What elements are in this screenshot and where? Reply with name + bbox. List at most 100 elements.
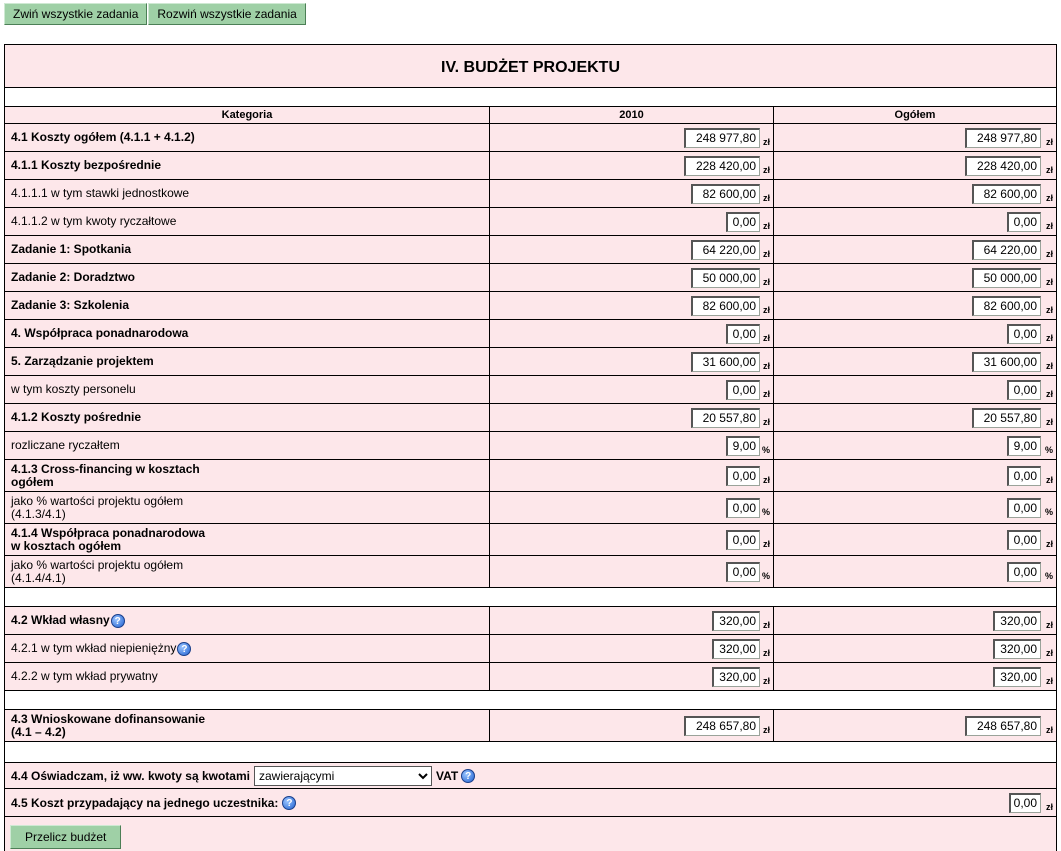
vat-select[interactable]: zawierającymi (253, 765, 432, 786)
row-label: jako % wartości projektu ogółem (4.1.3/4… (11, 493, 184, 521)
row-label: Zadanie 2: Doradztwo (11, 270, 136, 284)
table-row: 4.1.4 Współpraca ponadnarodowa w kosztac… (5, 524, 1056, 556)
value-total-cell: 228 420,00 zł (774, 152, 1056, 179)
value-total-field[interactable]: 0,00 (1007, 529, 1041, 550)
value-2010-field[interactable]: 0,00 (726, 529, 760, 550)
table-row: Zadanie 1: Spotkania 64 220,00 zł 64 220,00… (5, 236, 1056, 264)
row-label: 4. Współpraca ponadnarodowa (11, 326, 189, 340)
expand-all-button[interactable]: Rozwiń wszystkie zadania (148, 3, 306, 25)
value-total-field[interactable]: 0,00 (1007, 211, 1041, 232)
value-total-cell: 248 977,80 zł (774, 124, 1056, 151)
value-total-cell: 0,00 zł (774, 460, 1056, 491)
value-total-cell: 0,00% (774, 556, 1056, 587)
value-total-field[interactable]: 0,00 (1007, 323, 1041, 344)
unit-label: zł (1045, 332, 1053, 343)
toolbar: Zwiń wszystkie zadania Rozwiń wszystkie … (4, 3, 306, 25)
value-2010-field[interactable]: 0,00 (726, 561, 760, 582)
table-row: Zadanie 3: Szkolenia 82 600,00 zł 82 600,00… (5, 292, 1056, 320)
value-total-cell: 82 600,00 zł (774, 292, 1056, 319)
value-total-field[interactable]: 248 977,80 (965, 127, 1041, 148)
spacer (5, 88, 1056, 107)
value-total-field[interactable]: 20 557,80 (972, 407, 1041, 428)
value-total-field[interactable]: 0,00 (1007, 561, 1041, 582)
table-row: 4.1.1 Koszty bezpośrednie 228 420,00 zł 228… (5, 152, 1056, 180)
row-label-cell: w tym koszty personelu (5, 376, 490, 403)
row-label: Zadanie 1: Spotkania (11, 242, 132, 256)
value-2010-cell: 248 977,80 zł (490, 124, 774, 151)
help-icon[interactable]: ? (461, 768, 476, 783)
value-total-field[interactable]: 64 220,00 (972, 239, 1041, 260)
value-2010-field[interactable]: 31 600,00 (691, 351, 760, 372)
row-label-cell: 4.1.2 Koszty pośrednie (5, 404, 490, 431)
value-2010-field[interactable]: 20 557,80 (691, 407, 760, 428)
value-2010-cell: 0,00 zł (490, 460, 774, 491)
value-total-field[interactable]: 0,00 (1007, 465, 1041, 486)
value-2010-cell: 82 600,00 zł (490, 180, 774, 207)
value-total-field[interactable]: 9,00 (1007, 435, 1041, 456)
row-label-cell: Zadanie 3: Szkolenia (5, 292, 490, 319)
value-total-cell: 0,00% (774, 492, 1056, 523)
value-2010-field[interactable]: 320,00 (712, 638, 760, 659)
value-2010-field[interactable]: 82 600,00 (691, 295, 760, 316)
value-2010-field[interactable]: 0,00 (726, 497, 760, 518)
value-2010-field[interactable]: 0,00 (726, 211, 760, 232)
row-label: 4.1.1.2 w tym kwoty ryczałtowe (11, 214, 177, 228)
unit-label: zł (1045, 276, 1053, 287)
unit-label: zł (1045, 724, 1053, 735)
value-2010-field[interactable]: 0,00 (726, 379, 760, 400)
vat-suffix: VAT (435, 768, 459, 783)
row-label: 4.1.3 Cross-financing w kosztach ogółem (11, 461, 200, 489)
value-2010-field[interactable]: 9,00 (726, 435, 760, 456)
unit-label: zł (1045, 360, 1053, 371)
spacer (5, 588, 1056, 607)
help-icon[interactable]: ? (282, 795, 297, 810)
help-icon[interactable]: ? (177, 641, 192, 656)
value-total-field[interactable]: 50 000,00 (972, 267, 1041, 288)
value-total-field[interactable]: 320,00 (993, 666, 1041, 687)
value-total-field[interactable]: 0,00 (1007, 379, 1041, 400)
unit-label: zł (762, 675, 770, 686)
unit-label: zł (762, 276, 770, 287)
row-label-cell: 4.2.1 w tym wkład niepieniężny? (5, 635, 490, 662)
value-2010-field[interactable]: 248 657,80 (684, 715, 760, 736)
value-2010-cell: 0,00 zł (490, 524, 774, 555)
row-label-cell: 4.1.1 Koszty bezpośrednie (5, 152, 490, 179)
value-total-field[interactable]: 0,00 (1007, 497, 1041, 518)
row-label: rozliczane ryczałtem (11, 438, 120, 452)
value-2010-field[interactable]: 320,00 (712, 610, 760, 631)
value-2010-field[interactable]: 228 420,00 (684, 155, 760, 176)
value-total-field[interactable]: 228 420,00 (965, 155, 1041, 176)
row-label: 4.1.1 Koszty bezpośrednie (11, 158, 162, 172)
value-total-field[interactable]: 320,00 (993, 638, 1041, 659)
table-row: 4.2.2 w tym wkład prywatny 320,00 zł 320,00… (5, 663, 1056, 691)
value-total-field[interactable]: 31 600,00 (972, 351, 1041, 372)
per-participant-value[interactable]: 0,00 (1009, 792, 1041, 813)
unit-label: % (1044, 570, 1053, 581)
value-2010-field[interactable]: 64 220,00 (691, 239, 760, 260)
value-total-cell: 320,00 zł (774, 635, 1056, 662)
value-2010-field[interactable]: 0,00 (726, 465, 760, 486)
unit-label: zł (1045, 388, 1053, 399)
value-2010-cell: 320,00 zł (490, 635, 774, 662)
value-total-field[interactable]: 320,00 (993, 610, 1041, 631)
value-total-cell: 0,00 zł (774, 208, 1056, 235)
recalculate-budget-button[interactable]: Przelicz budżet (10, 825, 122, 849)
value-2010-cell: 0,00% (490, 492, 774, 523)
value-total-field[interactable]: 82 600,00 (972, 295, 1041, 316)
row-label-cell: Zadanie 1: Spotkania (5, 236, 490, 263)
budget-panel: IV. BUDŻET PROJEKTU Kategoria 2010 Ogółe… (4, 44, 1057, 851)
value-2010-cell: 320,00 zł (490, 607, 774, 634)
help-icon[interactable]: ? (110, 613, 125, 628)
value-2010-field[interactable]: 248 977,80 (684, 127, 760, 148)
value-2010-field[interactable]: 82 600,00 (691, 183, 760, 204)
value-total-field[interactable]: 82 600,00 (972, 183, 1041, 204)
row-label-cell: 4.1.3 Cross-financing w kosztach ogółem (5, 460, 490, 491)
value-2010-cell: 320,00 zł (490, 663, 774, 690)
value-total-cell: 9,00% (774, 432, 1056, 459)
value-total-field[interactable]: 248 657,80 (965, 715, 1041, 736)
value-total-cell: 31 600,00 zł (774, 348, 1056, 375)
collapse-all-button[interactable]: Zwiń wszystkie zadania (4, 3, 148, 25)
value-2010-field[interactable]: 50 000,00 (691, 267, 760, 288)
value-2010-field[interactable]: 320,00 (712, 666, 760, 687)
value-2010-field[interactable]: 0,00 (726, 323, 760, 344)
